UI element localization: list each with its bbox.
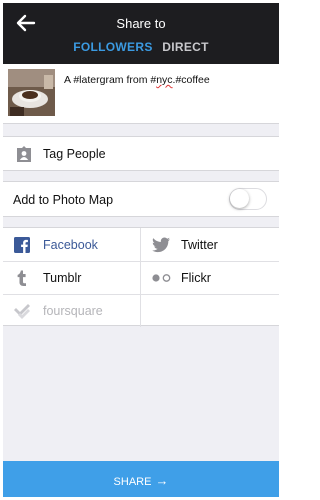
share-target-twitter[interactable]: Twitter — [141, 228, 279, 261]
share-target-facebook[interactable]: Facebook — [3, 228, 141, 261]
facebook-icon — [13, 236, 31, 259]
share-button[interactable]: SHARE → — [3, 461, 279, 497]
tab-followers[interactable]: FOLLOWERS — [73, 40, 152, 54]
share-target-label: Flickr — [181, 271, 211, 285]
share-target-label: Twitter — [181, 238, 218, 252]
tab-direct[interactable]: DIRECT — [162, 40, 208, 54]
share-targets-grid: Facebook Twitter Tumblr Flickr foursquar… — [3, 227, 279, 327]
photo-map-label: Add to Photo Map — [13, 193, 114, 207]
share-target-label: foursquare — [43, 304, 103, 318]
header-bar: Share to FOLLOWERS DIRECT — [3, 3, 279, 64]
share-target-flickr[interactable]: Flickr — [141, 261, 279, 294]
share-button-label: SHARE — [113, 476, 152, 488]
tumblr-icon — [13, 269, 31, 292]
caption-misspelled-word: nyc — [156, 74, 173, 86]
photo-thumbnail — [8, 69, 55, 116]
toggle-knob — [230, 189, 249, 208]
caption-row[interactable]: A #latergram from #nyc.#coffee — [3, 64, 279, 124]
tag-people-icon — [15, 145, 33, 168]
caption-text[interactable]: A #latergram from #nyc.#coffee — [64, 74, 210, 86]
share-target-foursquare[interactable]: foursquare — [3, 294, 141, 327]
share-tabs: FOLLOWERS DIRECT — [3, 40, 279, 56]
caption-suffix: .#coffee — [172, 74, 210, 86]
flickr-icon — [151, 269, 173, 292]
twitter-icon — [151, 236, 171, 259]
share-target-label: Facebook — [43, 238, 98, 252]
foursquare-icon — [13, 302, 31, 325]
share-target-tumblr[interactable]: Tumblr — [3, 261, 141, 294]
share-target-label: Tumblr — [43, 271, 82, 285]
photo-map-toggle[interactable] — [229, 188, 267, 210]
page-title: Share to — [116, 16, 166, 31]
share-screen: Share to FOLLOWERS DIRECT A #latergram f… — [3, 3, 279, 497]
caption-prefix: A #latergram from # — [64, 74, 157, 86]
tag-people-label: Tag People — [43, 147, 106, 161]
arrow-right-icon: → — [155, 473, 169, 488]
tag-people-row[interactable]: Tag People — [3, 136, 279, 171]
photo-map-row: Add to Photo Map — [3, 181, 279, 217]
